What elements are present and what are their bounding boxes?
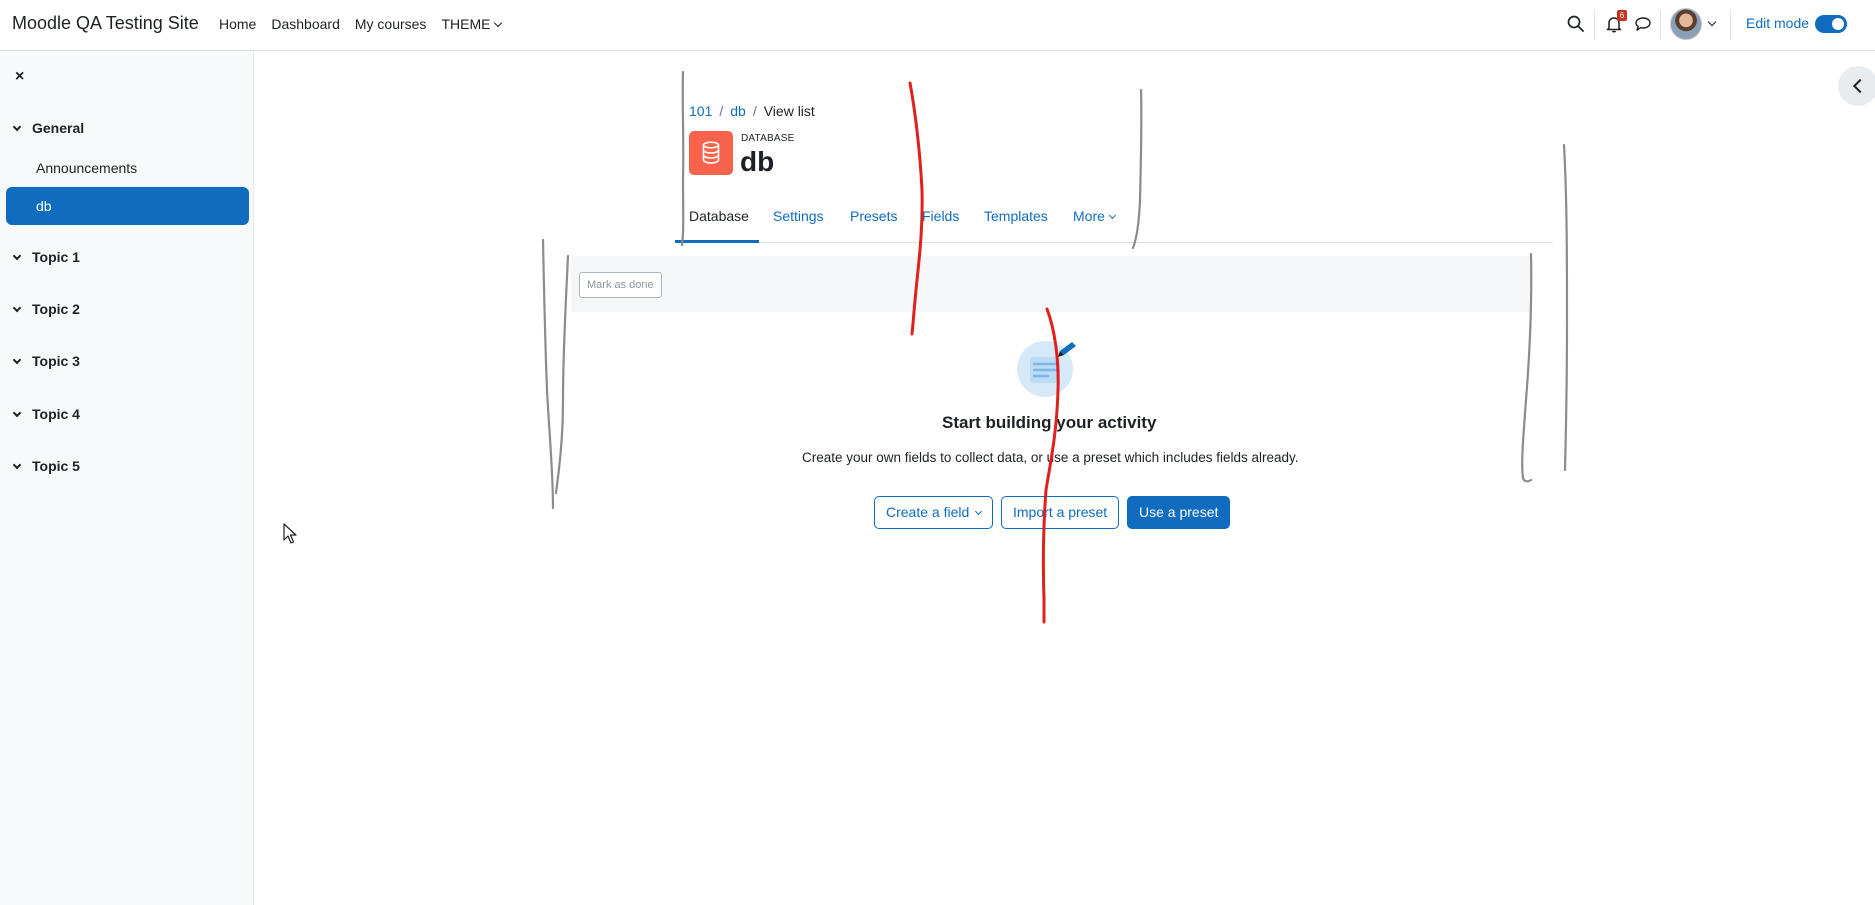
chevron-down-icon	[1108, 211, 1116, 220]
navbar-divider	[1594, 10, 1595, 40]
section-title: General	[32, 120, 85, 136]
user-avatar[interactable]	[1670, 8, 1702, 40]
tab-presets[interactable]: Presets	[850, 208, 897, 224]
chevron-down-icon	[12, 355, 22, 365]
chevron-down-icon	[12, 408, 22, 418]
section-topic-5[interactable]: Topic 5	[12, 458, 80, 474]
section-topic-4[interactable]: Topic 4	[12, 406, 80, 422]
chevron-down-icon	[12, 122, 22, 132]
activity-db-active[interactable]: db	[6, 187, 249, 225]
tab-database[interactable]: Database	[689, 208, 749, 224]
site-name[interactable]: Moodle QA Testing Site	[12, 13, 199, 34]
secondary-navigation: Database Settings Presets Fields Templat…	[675, 196, 1553, 243]
top-navbar: Moodle QA Testing Site Home Dashboard My…	[0, 0, 1875, 51]
tab-fields[interactable]: Fields	[922, 208, 959, 224]
section-topic-3[interactable]: Topic 3	[12, 353, 80, 369]
navbar-divider	[1730, 10, 1731, 40]
import-preset-button[interactable]: Import a preset	[1001, 496, 1120, 529]
primary-navigation: Home Dashboard My courses THEME	[219, 16, 516, 32]
tab-templates[interactable]: Templates	[984, 208, 1048, 224]
tab-more-label: More	[1073, 208, 1105, 224]
chevron-down-icon	[975, 507, 983, 516]
course-index-drawer: × General Announcements db Topic 1 Topic…	[0, 51, 254, 905]
nav-dashboard[interactable]: Dashboard	[271, 16, 340, 32]
gray-stroke	[541, 238, 555, 510]
search-icon[interactable]	[1566, 14, 1586, 34]
tab-settings[interactable]: Settings	[773, 208, 824, 224]
section-title: Topic 3	[32, 353, 80, 369]
mark-as-done-button[interactable]: Mark as done	[579, 272, 662, 298]
section-title: Topic 1	[32, 249, 80, 265]
edit-mode-label: Edit mode	[1746, 15, 1810, 31]
database-icon	[702, 141, 720, 164]
activity-type-label: DATABASE	[741, 133, 795, 144]
chevron-down-icon	[12, 303, 22, 313]
empty-state-title: Start building your activity	[942, 413, 1157, 432]
breadcrumb-current: View list	[763, 103, 815, 119]
tab-more[interactable]: More	[1073, 208, 1116, 224]
notification-count-badge: 6	[1617, 10, 1627, 21]
activity-completion-bar	[571, 256, 1530, 312]
empty-state-illustration	[1017, 341, 1076, 397]
chevron-down-icon	[12, 251, 22, 261]
nav-home[interactable]: Home	[219, 16, 256, 32]
nav-my-courses[interactable]: My courses	[355, 16, 427, 32]
navbar-divider	[1660, 10, 1661, 40]
edit-mode-toggle[interactable]	[1815, 15, 1847, 33]
activity-announcements[interactable]: Announcements	[36, 160, 137, 176]
close-drawer-button[interactable]: ×	[15, 68, 24, 86]
active-tab-indicator	[675, 240, 759, 243]
database-activity-icon	[689, 131, 733, 175]
gray-stroke	[1562, 143, 1569, 472]
breadcrumb-course[interactable]: 101	[689, 103, 712, 119]
open-block-drawer-button[interactable]	[1838, 66, 1875, 106]
gray-stroke	[554, 254, 570, 495]
breadcrumb: 101/db / View list	[689, 103, 815, 119]
chevron-down-icon[interactable]	[1707, 17, 1717, 27]
messages-icon[interactable]	[1634, 15, 1652, 33]
empty-state-description: Create your own fields to collect data, …	[802, 450, 1299, 465]
create-field-button[interactable]: Create a field	[874, 496, 994, 529]
section-topic-2[interactable]: Topic 2	[12, 301, 80, 317]
nav-theme-menu[interactable]: THEME	[441, 16, 501, 32]
section-title: Topic 5	[32, 458, 80, 474]
chevron-down-icon	[12, 460, 22, 470]
section-topic-1[interactable]: Topic 1	[12, 249, 80, 265]
breadcrumb-activity[interactable]: db	[730, 103, 746, 119]
section-title: Topic 4	[32, 406, 80, 422]
toggle-knob	[1832, 18, 1844, 30]
create-field-label: Create a field	[886, 504, 970, 520]
section-title: Topic 2	[32, 301, 80, 317]
page-title: db	[740, 146, 775, 177]
use-preset-button[interactable]: Use a preset	[1127, 496, 1231, 529]
mouse-cursor-icon	[283, 523, 297, 544]
section-general[interactable]: General	[12, 120, 85, 136]
